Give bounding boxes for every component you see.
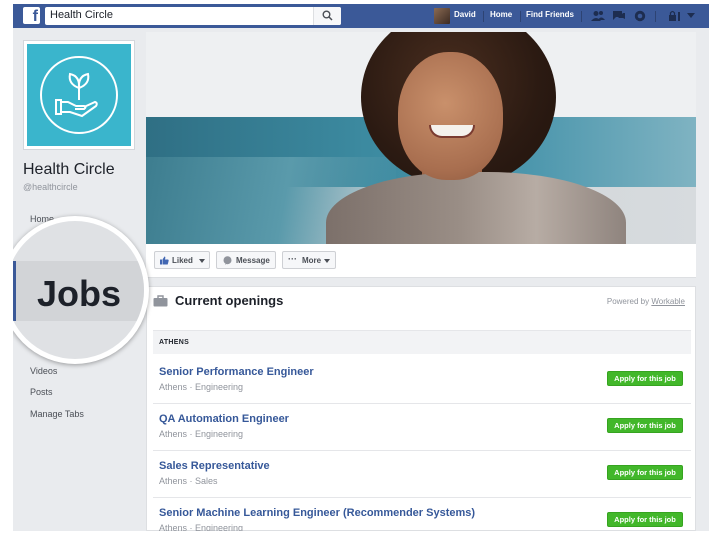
cover-photo-person-face <box>398 52 503 180</box>
more-button[interactable]: ··· More <box>282 251 336 269</box>
apply-button[interactable]: Apply for this job <box>607 371 683 386</box>
apply-button[interactable]: Apply for this job <box>607 512 683 527</box>
plant-in-hand-icon <box>40 56 118 134</box>
friend-requests-icon[interactable] <box>591 10 605 22</box>
search-button[interactable] <box>313 7 341 25</box>
location-header: ATHENS <box>153 330 691 354</box>
nav-divider <box>483 11 484 22</box>
facebook-logo-icon[interactable]: f <box>23 7 40 25</box>
apply-button[interactable]: Apply for this job <box>607 418 683 433</box>
nav-divider <box>655 11 656 22</box>
left-nav-item-videos[interactable]: Videos <box>30 366 57 376</box>
messages-icon[interactable] <box>612 10 626 22</box>
privacy-icon[interactable] <box>668 10 682 22</box>
jobs-card: Current openings Powered by Workable ATH… <box>146 286 696 531</box>
job-row: Senior Machine Learning Engineer (Recomm… <box>153 499 691 531</box>
account-menu-icon[interactable] <box>687 13 695 19</box>
job-row: QA Automation Engineer Athens · Engineer… <box>153 405 691 451</box>
job-title-link[interactable]: QA Automation Engineer <box>159 413 289 425</box>
job-title-link[interactable]: Senior Performance Engineer <box>159 366 314 378</box>
avatar[interactable] <box>434 8 450 24</box>
job-meta: Athens · Engineering <box>159 523 244 531</box>
cover-photo-person-smile <box>429 125 475 138</box>
left-nav-item-manage-tabs[interactable]: Manage Tabs <box>30 409 84 419</box>
search-input-value[interactable]: Health Circle <box>50 9 113 21</box>
workable-link[interactable]: Workable <box>651 297 685 306</box>
chevron-down-icon <box>324 259 330 263</box>
job-row: Sales Representative Athens · Sales Appl… <box>153 452 691 498</box>
search-input[interactable]: Health Circle <box>45 7 341 25</box>
page-action-bar: Liked Message ··· More <box>146 244 696 278</box>
magnifier-edge-strip <box>13 261 16 321</box>
job-meta: Athens · Sales <box>159 476 218 486</box>
health-circle-logo <box>27 44 131 146</box>
nav-divider <box>581 11 582 22</box>
profile-name[interactable]: David <box>454 10 476 19</box>
job-meta: Athens · Engineering <box>159 429 244 439</box>
chevron-down-icon <box>199 259 205 263</box>
briefcase-icon <box>153 295 168 307</box>
message-button[interactable]: Message <box>216 251 276 269</box>
job-title-link[interactable]: Sales Representative <box>159 460 270 472</box>
notifications-icon[interactable] <box>634 10 646 22</box>
left-nav-item-posts[interactable]: Posts <box>30 387 53 397</box>
powered-by-text: Powered by Workable <box>607 297 685 306</box>
page-name[interactable]: Health Circle <box>23 161 115 179</box>
job-meta: Athens · Engineering <box>159 382 244 392</box>
message-button-label: Message <box>236 256 270 265</box>
messenger-icon <box>223 256 232 265</box>
location-label: ATHENS <box>159 339 190 346</box>
jobs-section-title: Current openings <box>175 293 284 308</box>
liked-button[interactable]: Liked <box>154 251 210 269</box>
facebook-page-frame: f Health Circle David Home Find Friends <box>13 4 709 531</box>
nav-home-link[interactable]: Home <box>490 10 512 19</box>
more-button-label: More <box>302 256 322 265</box>
job-title-link[interactable]: Senior Machine Learning Engineer (Recomm… <box>159 507 475 519</box>
page-handle: @healthcircle <box>23 182 78 192</box>
cover-photo[interactable] <box>146 32 696 244</box>
nav-divider <box>520 11 521 22</box>
liked-button-label: Liked <box>172 256 193 265</box>
apply-button[interactable]: Apply for this job <box>607 465 683 480</box>
page-profile-picture[interactable] <box>23 40 135 150</box>
top-navigation-bar: f Health Circle David Home Find Friends <box>13 4 709 28</box>
search-icon <box>322 10 333 21</box>
nav-find-friends-link[interactable]: Find Friends <box>526 10 574 19</box>
powered-by-prefix: Powered by <box>606 297 650 306</box>
left-nav-item-jobs[interactable]: Jobs <box>37 273 121 315</box>
thumbs-up-icon <box>160 256 169 265</box>
more-dots-icon: ··· <box>288 254 297 264</box>
job-row: Senior Performance Engineer Athens · Eng… <box>153 358 691 404</box>
